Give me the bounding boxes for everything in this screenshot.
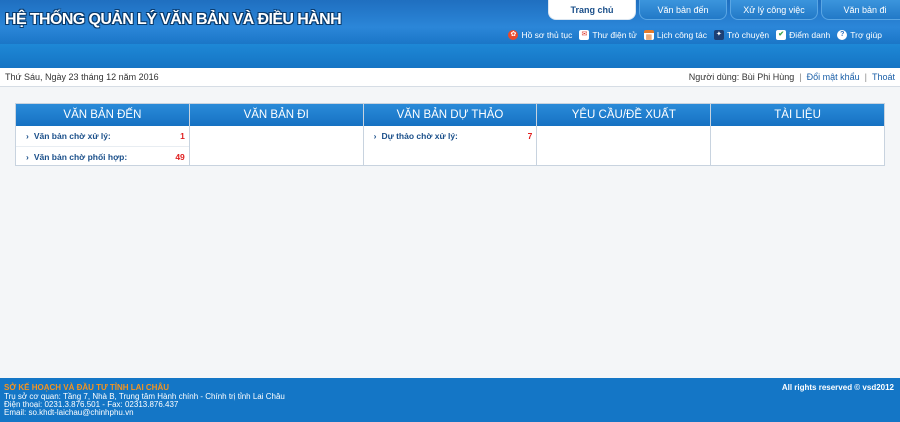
list-item-count: 7 xyxy=(527,131,533,141)
list-item-count: 1 xyxy=(180,131,185,141)
toolbar-email[interactable]: ✉ Thư điện tử xyxy=(579,30,637,40)
toolbar-chat-label: Trò chuyện xyxy=(726,30,770,40)
tab-incoming-documents[interactable]: Văn bản đến xyxy=(639,0,727,20)
checkbox-icon: ✔ xyxy=(776,30,787,40)
app-header: HỆ THỐNG QUẢN LÝ VĂN BẢN VÀ ĐIỀU HÀNH Tr… xyxy=(0,0,900,68)
panel-incoming: VĂN BẢN ĐẾN Văn bản chờ xử lý: 1 Văn bản… xyxy=(16,104,190,165)
panel-outgoing: VĂN BẢN ĐI xyxy=(189,104,364,165)
panel-title: VĂN BẢN DỰ THẢO xyxy=(363,104,537,126)
info-bar: Thứ Sáu, Ngày 23 tháng 12 năm 2016 Người… xyxy=(0,68,900,87)
panel-drafts: VĂN BẢN DỰ THẢO Dự thảo chờ xử lý: 7 xyxy=(363,104,538,165)
list-item-label: Văn bản chờ xử lý: xyxy=(26,131,111,141)
calendar-icon: ▦ xyxy=(643,30,654,41)
logout-link[interactable]: Thoát xyxy=(872,72,895,82)
header-stripe xyxy=(0,44,900,68)
toolbar-chat[interactable]: ✦ Trò chuyện xyxy=(713,30,770,40)
toolbar-email-label: Thư điện tử xyxy=(592,30,637,40)
footer-email: Email: so.khdt-laichau@chinhphu.vn xyxy=(4,408,134,417)
page-footer: SỞ KẾ HOẠCH VÀ ĐẦU TƯ TỈNH LAI CHÂU Trụ … xyxy=(0,378,900,422)
folder-icon: ✿ xyxy=(508,30,519,40)
separator: | xyxy=(864,72,867,82)
list-item-label: Dự thảo chờ xử lý: xyxy=(374,131,457,141)
panel-title: YÊU CẦU/ĐỀ XUẤT xyxy=(537,104,711,126)
panel-title: TÀI LIỆU xyxy=(711,104,884,126)
toolbar-attendance[interactable]: ✔ Điểm danh xyxy=(776,30,830,40)
toolbar-attendance-label: Điểm danh xyxy=(789,30,831,40)
panel-title: VĂN BẢN ĐẾN xyxy=(16,104,189,126)
toolbar-calendar[interactable]: ▦ Lịch công tác xyxy=(643,30,707,41)
list-item-label: Văn bản chờ phối hợp: xyxy=(26,152,127,162)
change-password-link[interactable]: Đổi mật khẩu xyxy=(807,72,860,82)
dashboard-panels: VĂN BẢN ĐẾN Văn bản chờ xử lý: 1 Văn bản… xyxy=(15,103,885,166)
footer-org: SỞ KẾ HOẠCH VÀ ĐẦU TƯ TỈNH LAI CHÂU xyxy=(4,383,170,392)
user-area: Người dùng: Bùi Phi Hùng | Đổi mật khẩu … xyxy=(689,72,895,82)
tab-outgoing-documents[interactable]: Văn bản đi xyxy=(821,0,900,20)
toolbar: ✿ Hồ sơ thủ tục ✉ Thư điện tử ▦ Lịch côn… xyxy=(508,30,882,41)
list-item[interactable]: Dự thảo chờ xử lý: 7 xyxy=(364,126,537,146)
toolbar-help[interactable]: ? Trợ giúp xyxy=(837,30,882,40)
help-icon: ? xyxy=(837,30,848,40)
toolbar-help-label: Trợ giúp xyxy=(850,30,882,40)
mail-icon: ✉ xyxy=(579,30,590,40)
list-item-count: 49 xyxy=(175,151,185,162)
list-item[interactable]: Văn bản chờ phối hợp: 49 xyxy=(16,146,189,166)
panel-title: VĂN BẢN ĐI xyxy=(189,104,363,126)
current-date: Thứ Sáu, Ngày 23 tháng 12 năm 2016 xyxy=(5,72,159,82)
separator: | xyxy=(799,72,802,82)
tab-home[interactable]: Trang chủ xyxy=(548,0,636,20)
list-item[interactable]: Văn bản chờ xử lý: 1 xyxy=(16,126,189,146)
panel-documents: TÀI LIỆU xyxy=(711,104,884,165)
chat-icon: ✦ xyxy=(713,30,724,40)
user-label: Người dùng: Bùi Phi Hùng xyxy=(688,72,795,82)
toolbar-procedures[interactable]: ✿ Hồ sơ thủ tục xyxy=(508,30,572,40)
tab-work-processing[interactable]: Xử lý công việc xyxy=(730,0,818,20)
main-tabs: Trang chủ Văn bản đến Xử lý công việc Vă… xyxy=(545,0,900,20)
toolbar-procedures-label: Hồ sơ thủ tục xyxy=(521,30,573,40)
footer-rights: All rights reserved © vsd2012 xyxy=(781,383,894,392)
app-title: HỆ THỐNG QUẢN LÝ VĂN BẢN VÀ ĐIỀU HÀNH xyxy=(5,11,342,28)
panel-requests: YÊU CẦU/ĐỀ XUẤT xyxy=(537,104,712,165)
toolbar-calendar-label: Lịch công tác xyxy=(656,30,707,40)
